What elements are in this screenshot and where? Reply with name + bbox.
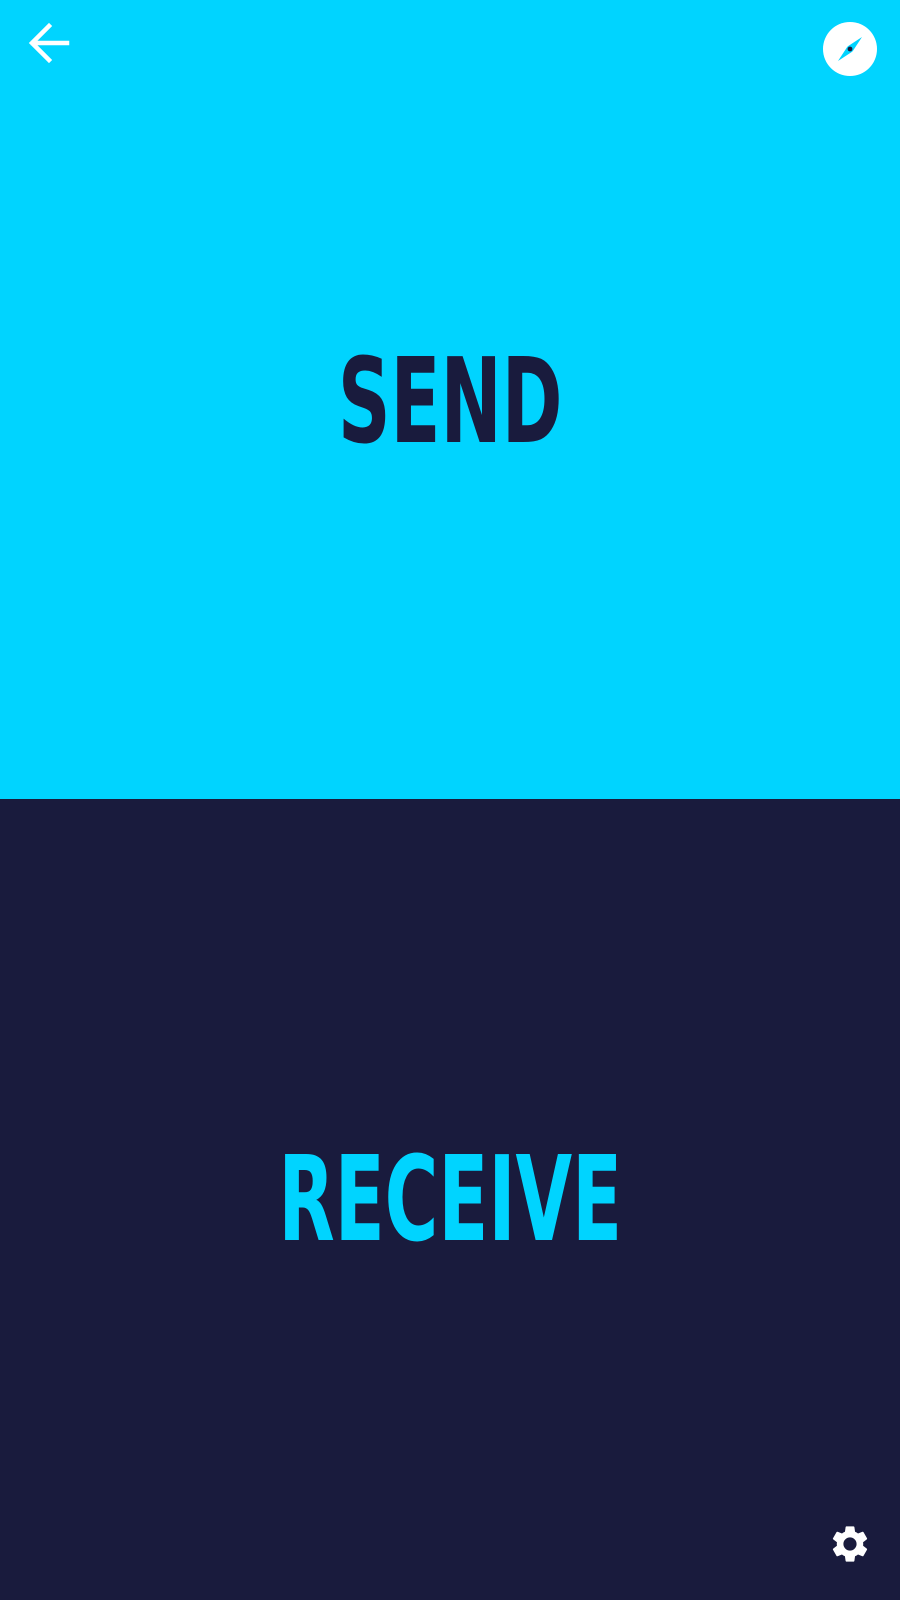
settings-button[interactable] [822,1516,878,1572]
receive-label: RECEIVE [278,1129,622,1268]
compass-button[interactable] [823,22,877,76]
send-label: SEND [337,331,563,470]
send-panel[interactable]: SEND [0,0,900,799]
gear-icon [828,1522,872,1566]
receive-panel[interactable]: RECEIVE [0,799,900,1600]
app-screen: SEND RECEIVE [0,0,900,1600]
arrow-left-icon [27,21,71,65]
back-button[interactable] [20,14,78,72]
compass-icon [833,32,867,66]
